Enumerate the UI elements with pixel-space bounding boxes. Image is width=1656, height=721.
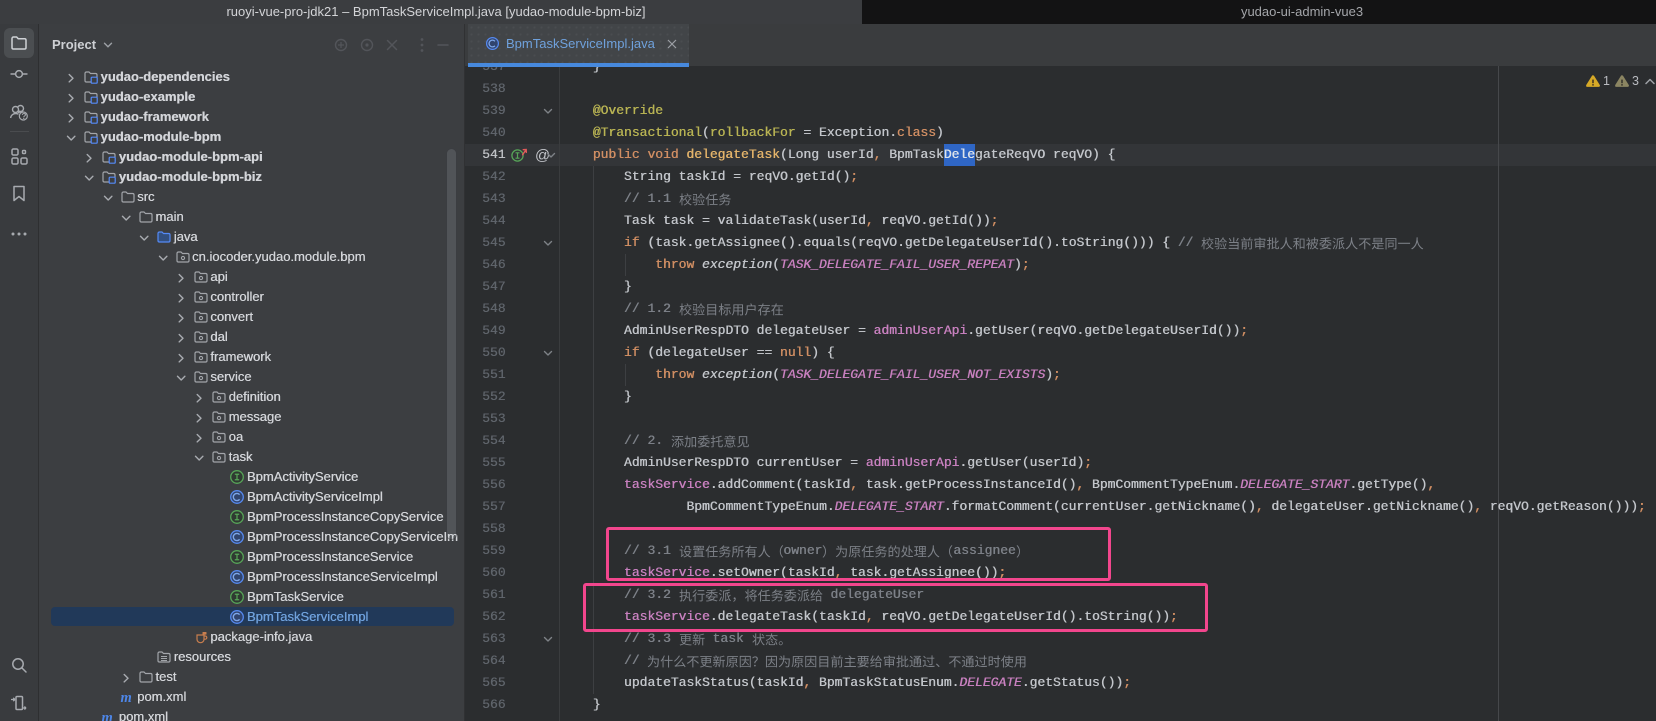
svg-text:m: m	[121, 690, 132, 705]
svg-text:m: m	[102, 710, 113, 721]
svg-text:@: @	[535, 147, 550, 164]
svg-text:?: ?	[22, 112, 27, 121]
